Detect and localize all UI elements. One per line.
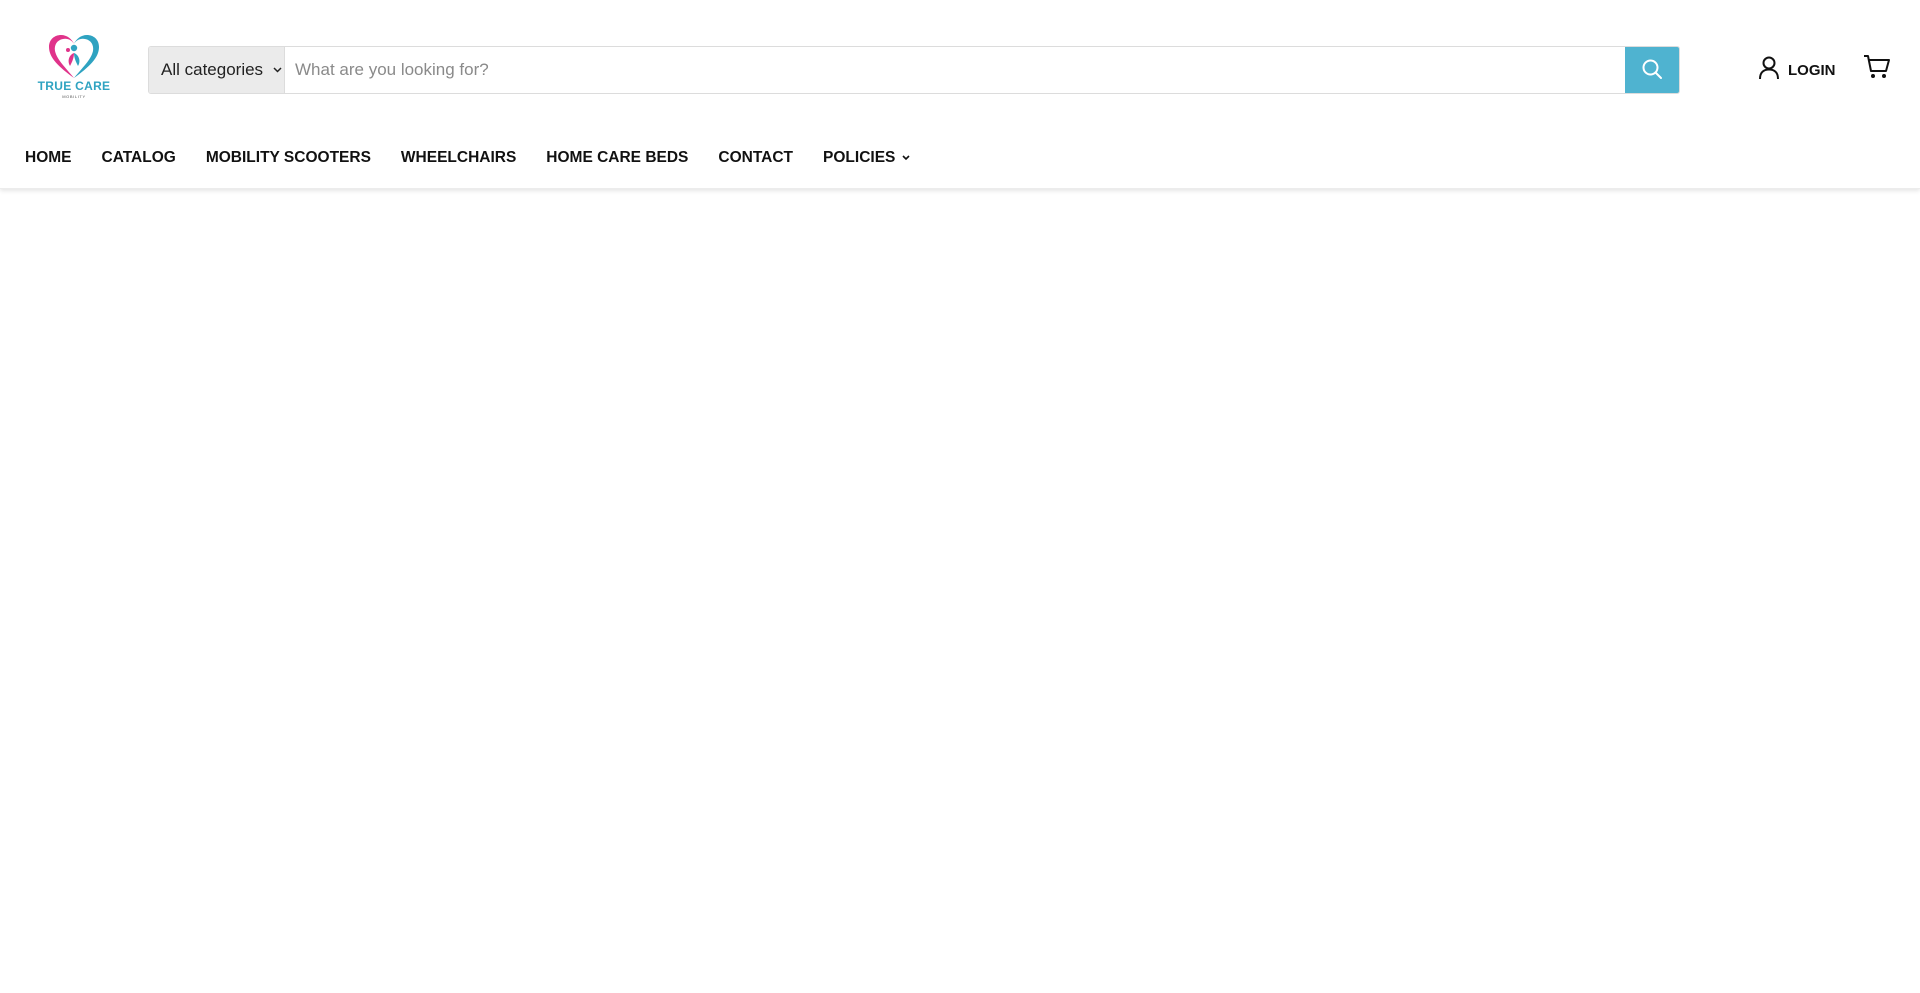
nav-item-catalog[interactable]: CATALOG	[102, 149, 176, 167]
nav-item-label: HOME	[25, 149, 72, 166]
chevron-down-icon	[273, 67, 282, 73]
brand-logo[interactable]: TRUE CARE MOBILITY	[36, 34, 112, 104]
nav-item-home-care-beds[interactable]: HOME CARE BEDS	[546, 149, 688, 167]
nav-item-wheelchairs[interactable]: WHEELCHAIRS	[401, 149, 516, 167]
login-link[interactable]: LOGIN	[1758, 56, 1836, 84]
nav-item-label: CATALOG	[101, 149, 176, 166]
nav-item-mobility-scooters[interactable]: MOBILITY SCOOTERS	[206, 149, 371, 167]
brand-tagline: MOBILITY	[62, 94, 86, 99]
brand-name: TRUE CARE	[37, 79, 111, 93]
category-select[interactable]: All categories	[149, 47, 285, 93]
nav-item-contact[interactable]: CONTACT	[718, 149, 793, 167]
user-icon	[1758, 56, 1780, 84]
search-button[interactable]	[1625, 47, 1679, 93]
login-label: LOGIN	[1788, 61, 1836, 79]
cart-button[interactable]	[1862, 54, 1892, 84]
search-bar: All categories	[148, 46, 1680, 94]
nav-item-label: CONTACT	[718, 149, 794, 166]
main-nav: HOME CATALOG MOBILITY SCOOTERS WHEELCHAI…	[0, 142, 940, 174]
nav-item-label: POLICIES	[823, 149, 896, 166]
nav-item-label: MOBILITY SCOOTERS	[205, 149, 371, 166]
site-header: TRUE CARE MOBILITY All categories What a…	[0, 0, 1920, 189]
nav-item-label: WHEELCHAIRS	[400, 149, 517, 166]
category-label: All categories	[161, 60, 264, 79]
nav-item-home[interactable]: HOME	[25, 149, 72, 167]
nav-item-policies[interactable]: POLICIES	[823, 149, 910, 167]
search-icon	[1641, 58, 1663, 83]
chevron-down-icon	[902, 155, 910, 161]
search-input[interactable]	[285, 47, 1625, 93]
heart-logo-icon	[49, 35, 99, 78]
nav-item-label: HOME CARE BEDS	[546, 149, 689, 166]
cart-icon	[1863, 54, 1891, 85]
